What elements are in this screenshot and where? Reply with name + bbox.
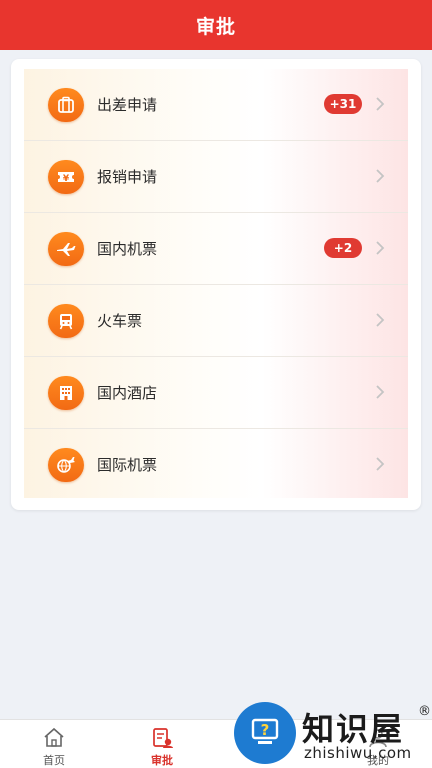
watermark-logo: ? 知识屋 ® zhishiwu.com — [232, 702, 432, 768]
count-badge: +31 — [324, 94, 362, 114]
ticket-yen-icon: ¥ — [48, 159, 84, 194]
chevron-right-icon — [376, 169, 385, 183]
home-icon — [44, 727, 64, 747]
approval-document-icon — [153, 728, 173, 748]
list-item-train-ticket[interactable]: 火车票 — [24, 285, 408, 357]
list-item-business-trip[interactable]: 出差申请 +31 — [24, 69, 408, 141]
approval-card: 出差申请 +31 ¥ 报销申请 国内机票 +2 火车票 国内酒店 国际机票 — [11, 59, 421, 510]
tab-approval[interactable]: 审批 — [108, 720, 216, 768]
suitcase-icon — [48, 87, 84, 122]
list-item-domestic-flight[interactable]: 国内机票 +2 — [24, 213, 408, 285]
list-item-label: 报销申请 — [97, 168, 158, 186]
list-item-label: 国际机票 — [97, 456, 158, 474]
watermark-url: zhishiwu.com — [304, 744, 412, 762]
train-icon — [48, 303, 84, 338]
svg-text:?: ? — [261, 721, 270, 739]
list-item-label: 国内酒店 — [97, 384, 158, 402]
page-title: 审批 — [195, 15, 236, 38]
hotel-icon — [48, 375, 84, 410]
svg-text:¥: ¥ — [63, 174, 70, 184]
list-item-label: 火车票 — [97, 312, 143, 330]
tab-home[interactable]: 首页 — [0, 720, 108, 768]
registered-mark: ® — [418, 704, 431, 719]
list-item-label: 国内机票 — [97, 240, 158, 258]
chevron-right-icon — [376, 457, 385, 471]
chevron-right-icon — [376, 313, 385, 327]
airplane-icon — [48, 231, 84, 266]
list-item-label: 出差申请 — [97, 96, 158, 114]
list-item-domestic-hotel[interactable]: 国内酒店 — [24, 357, 408, 429]
chevron-right-icon — [376, 241, 385, 255]
monitor-question-icon: ? — [234, 702, 296, 764]
chevron-right-icon — [376, 97, 385, 111]
approval-list: 出差申请 +31 ¥ 报销申请 国内机票 +2 火车票 国内酒店 国际机票 — [24, 69, 408, 498]
count-badge: +2 — [324, 238, 362, 258]
list-item-reimbursement[interactable]: ¥ 报销申请 — [24, 141, 408, 213]
app-header: 审批 — [0, 0, 432, 50]
globe-plane-icon — [48, 447, 84, 482]
tab-label: 首页 — [43, 754, 65, 767]
chevron-right-icon — [376, 385, 385, 399]
tab-label: 审批 — [151, 754, 173, 767]
list-item-international-flight[interactable]: 国际机票 — [24, 429, 408, 500]
